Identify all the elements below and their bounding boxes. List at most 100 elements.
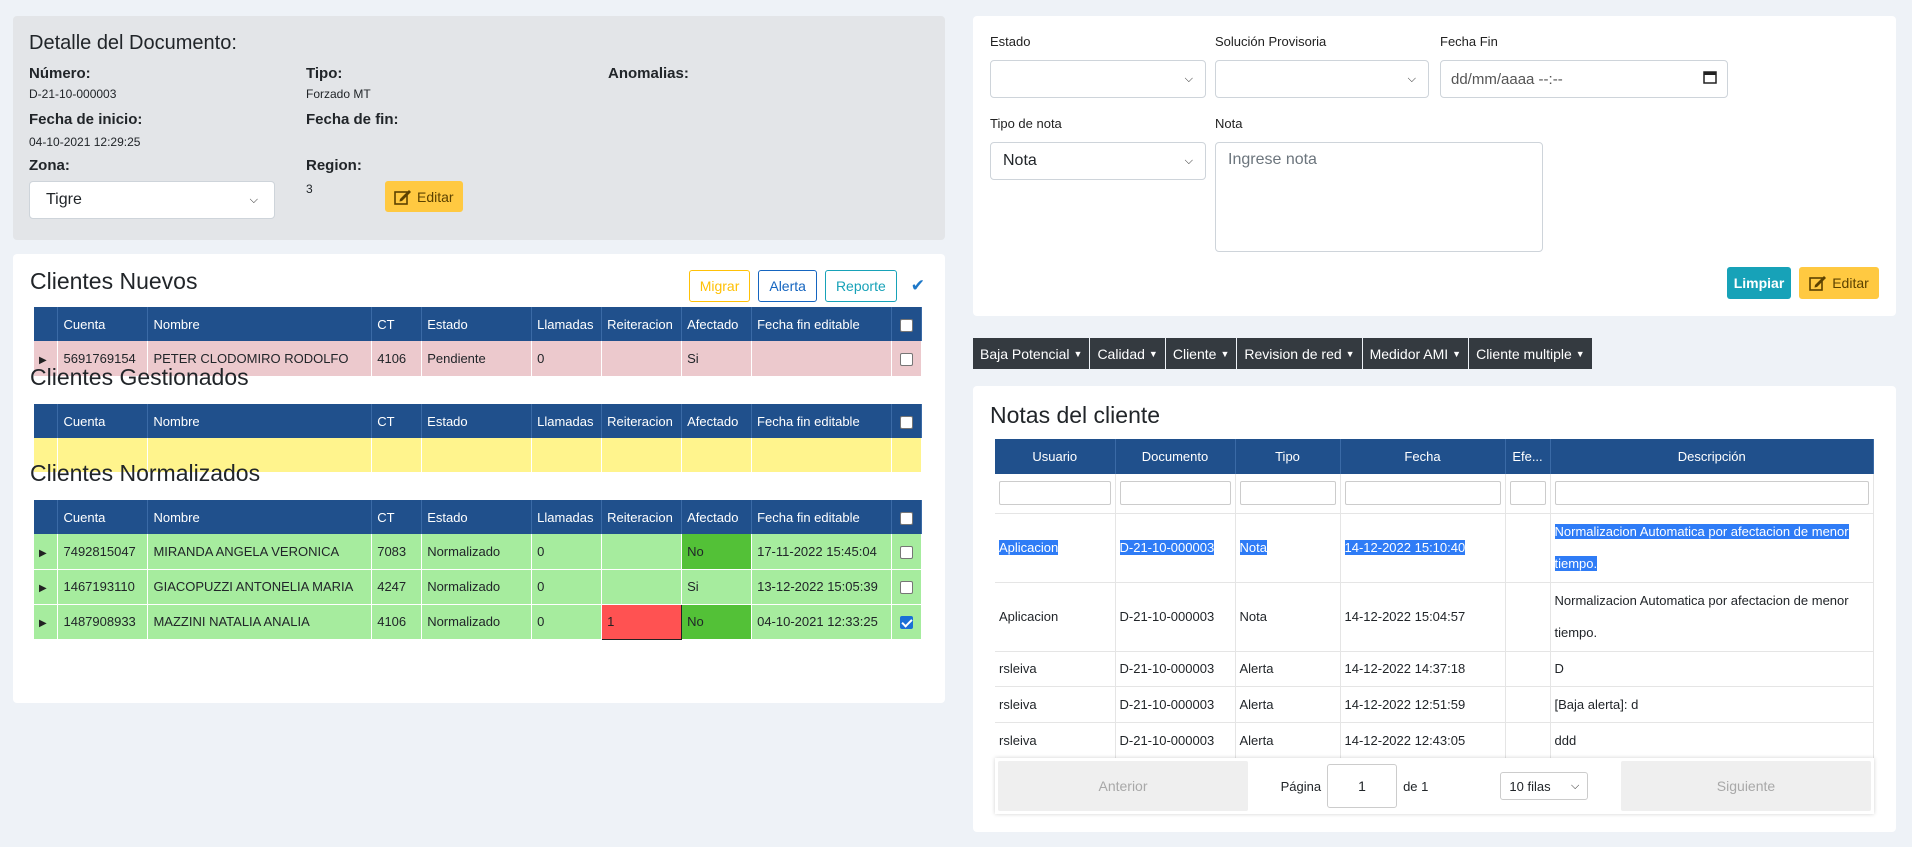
edit-icon (394, 189, 412, 205)
edit-icon (1809, 275, 1827, 291)
dropdown-cliente-multiple[interactable]: Cliente multiple ▼ (1469, 338, 1592, 369)
table-row[interactable]: Aplicacion D-21-10-000003 Nota 14-12-202… (995, 513, 1874, 583)
migrar-button[interactable]: Migrar (688, 270, 751, 302)
dropdown-calidad[interactable]: Calidad ▼ (1090, 338, 1165, 369)
table-row[interactable]: rsleiva D-21-10-000003 Alerta 14-12-2022… (995, 686, 1874, 723)
col-usuario[interactable]: Usuario (995, 439, 1116, 474)
table-row[interactable]: ▶ 7492815047 MIRANDA ANGELA VERONICA 708… (34, 534, 923, 570)
row-checkbox[interactable] (899, 545, 913, 559)
chevron-down-icon: ⌵ (1407, 72, 1416, 85)
table-header-row: Cuenta Nombre CT Estado Llamadas Reitera… (34, 404, 923, 438)
dropdown-medidor-ami[interactable]: Medidor AMI ▼ (1362, 338, 1469, 369)
col-estado: Estado (421, 307, 533, 341)
page-controls: Página 1 de 1 10 filas ⌵ (1251, 764, 1618, 808)
clientes-normalizados-table: Cuenta Nombre CT Estado Llamadas Reitera… (34, 500, 923, 640)
dropdown-baja-potencial[interactable]: Baja Potencial ▼ (973, 338, 1090, 369)
alerta-button[interactable]: Alerta (758, 270, 817, 302)
nota-textarea[interactable]: Ingrese nota (1215, 142, 1543, 252)
clientes-nuevos-title: Clientes Nuevos (30, 268, 198, 294)
expand-arrow-icon[interactable]: ▶ (39, 583, 47, 594)
dropdown-revision-de-red[interactable]: Revision de red ▼ (1237, 338, 1362, 369)
tipo-label: Tipo: (306, 65, 343, 82)
expand-arrow-icon[interactable]: ▶ (39, 548, 47, 559)
pagination: Anterior Página 1 de 1 10 filas ⌵ Siguie… (995, 758, 1874, 814)
tipo-nota-select[interactable]: Nota ⌵ (990, 142, 1206, 180)
chevron-down-icon: ⌵ (249, 193, 258, 206)
region-label: Region: (306, 157, 362, 174)
caret-down-icon: ▼ (1345, 348, 1355, 359)
detail-grid: Número: D-21-10-000003 Fecha de inicio: … (29, 65, 929, 225)
check-icon[interactable]: ✔ (911, 276, 925, 296)
row-checkbox-checked[interactable] (899, 616, 913, 630)
caret-down-icon: ▼ (1452, 348, 1462, 359)
table-row[interactable]: rsleiva D-21-10-000003 Alerta 14-12-2022… (995, 651, 1874, 687)
col-afectado: Afectado (681, 307, 753, 341)
col-tipo[interactable]: Tipo (1235, 439, 1341, 474)
col-descripcion[interactable]: Descripción (1550, 439, 1874, 474)
col-fecha[interactable]: Fecha (1340, 439, 1506, 474)
prev-page-button[interactable]: Anterior (998, 761, 1248, 811)
page-input[interactable]: 1 (1327, 764, 1398, 808)
clients-toolbar: Migrar Alerta Reporte ✔ (688, 270, 925, 302)
select-all-checkbox[interactable] (899, 318, 913, 332)
estado-label: Estado (990, 34, 1031, 49)
tipo-nota-label: Tipo de nota (990, 116, 1062, 131)
region-value: 3 (306, 182, 313, 196)
table-row[interactable]: ▶ 1467193110 GIACOPUZZI ANTONELIA MARIA … (34, 569, 923, 605)
filter-descripcion-input[interactable] (1554, 481, 1869, 506)
next-page-button[interactable]: Siguiente (1621, 761, 1871, 811)
nota-label: Nota (1215, 116, 1243, 131)
zona-label: Zona: (29, 157, 70, 174)
row-checkbox[interactable] (899, 581, 913, 595)
fecha-fin-label: Fecha de fin: (306, 111, 399, 128)
edit-detail-button[interactable]: Editar (385, 181, 463, 212)
col-efe[interactable]: Efe... (1505, 439, 1551, 474)
reporte-button[interactable]: Reporte (824, 270, 897, 302)
solucion-select[interactable]: ⌵ (1215, 60, 1429, 98)
fecha-fin-input[interactable]: dd/mm/aaaa --:-- (1440, 60, 1728, 98)
col-documento[interactable]: Documento (1115, 439, 1236, 474)
document-detail-card: Detalle del Documento: Número: D-21-10-0… (13, 16, 945, 240)
numero-value: D-21-10-000003 (29, 87, 117, 101)
filter-fecha-input[interactable] (1344, 481, 1501, 506)
page-label: Página (1280, 778, 1322, 794)
calendar-icon[interactable] (1703, 70, 1717, 88)
chevron-down-icon: ⌵ (1184, 154, 1193, 167)
filter-usuario-input[interactable] (999, 481, 1111, 506)
table-row[interactable]: ▶ 1487908933 MAZZINI NATALIA ANALIA 4106… (34, 603, 923, 640)
estado-select[interactable]: ⌵ (990, 60, 1206, 98)
table-header-row: Usuario Documento Tipo Fecha Efe... Desc… (995, 439, 1874, 474)
filter-efe-input[interactable] (1509, 481, 1546, 506)
edit-form-card: Estado ⌵ Solución Provisoria ⌵ Fecha Fin… (973, 16, 1896, 316)
chevron-down-icon: ⌵ (1571, 779, 1580, 792)
tipo-nota-value: Nota (1003, 152, 1037, 169)
tipo-value: Forzado MT (306, 87, 371, 101)
table-header-row: Cuenta Nombre CT Estado Llamadas Reitera… (34, 500, 923, 534)
select-all-checkbox[interactable] (899, 511, 913, 525)
left-column: Detalle del Documento: Número: D-21-10-0… (13, 16, 945, 703)
col-cuenta: Cuenta (57, 307, 149, 341)
editar-form-button[interactable]: Editar (1799, 267, 1879, 299)
anomalias-label: Anomalias: (608, 65, 689, 82)
table-row[interactable]: rsleiva D-21-10-000003 Alerta 14-12-2022… (995, 722, 1874, 759)
table-row[interactable]: Aplicacion D-21-10-000003 Nota 14-12-202… (995, 582, 1874, 652)
numero-label: Número: (29, 65, 91, 82)
dropdown-cliente[interactable]: Cliente ▼ (1165, 338, 1237, 369)
select-all-checkbox[interactable] (899, 415, 913, 429)
rows-per-page-select[interactable]: 10 filas ⌵ (1500, 772, 1589, 800)
clientes-normalizados-title: Clientes Normalizados (30, 460, 261, 486)
col-reiteracion: Reiteracion (601, 307, 683, 341)
zona-select-value: Tigre (46, 191, 82, 208)
filter-documento-input[interactable] (1119, 481, 1231, 506)
dropdown-bar: Baja Potencial ▼ Calidad ▼ Cliente ▼ Revisi… (973, 338, 1592, 369)
caret-down-icon: ▼ (1148, 348, 1158, 359)
row-checkbox[interactable] (899, 352, 913, 366)
fecha-inicio-label: Fecha de inicio: (29, 111, 143, 128)
expand-arrow-icon[interactable]: ▶ (39, 618, 47, 629)
fecha-fin-label: Fecha Fin (1440, 34, 1498, 49)
filter-tipo-input[interactable] (1239, 481, 1336, 506)
limpiar-button[interactable]: Limpiar (1727, 267, 1791, 299)
fecha-fin-placeholder: dd/mm/aaaa --:-- (1451, 70, 1563, 88)
zona-select[interactable]: Tigre ⌵ (29, 181, 275, 219)
caret-down-icon: ▼ (1220, 348, 1230, 359)
